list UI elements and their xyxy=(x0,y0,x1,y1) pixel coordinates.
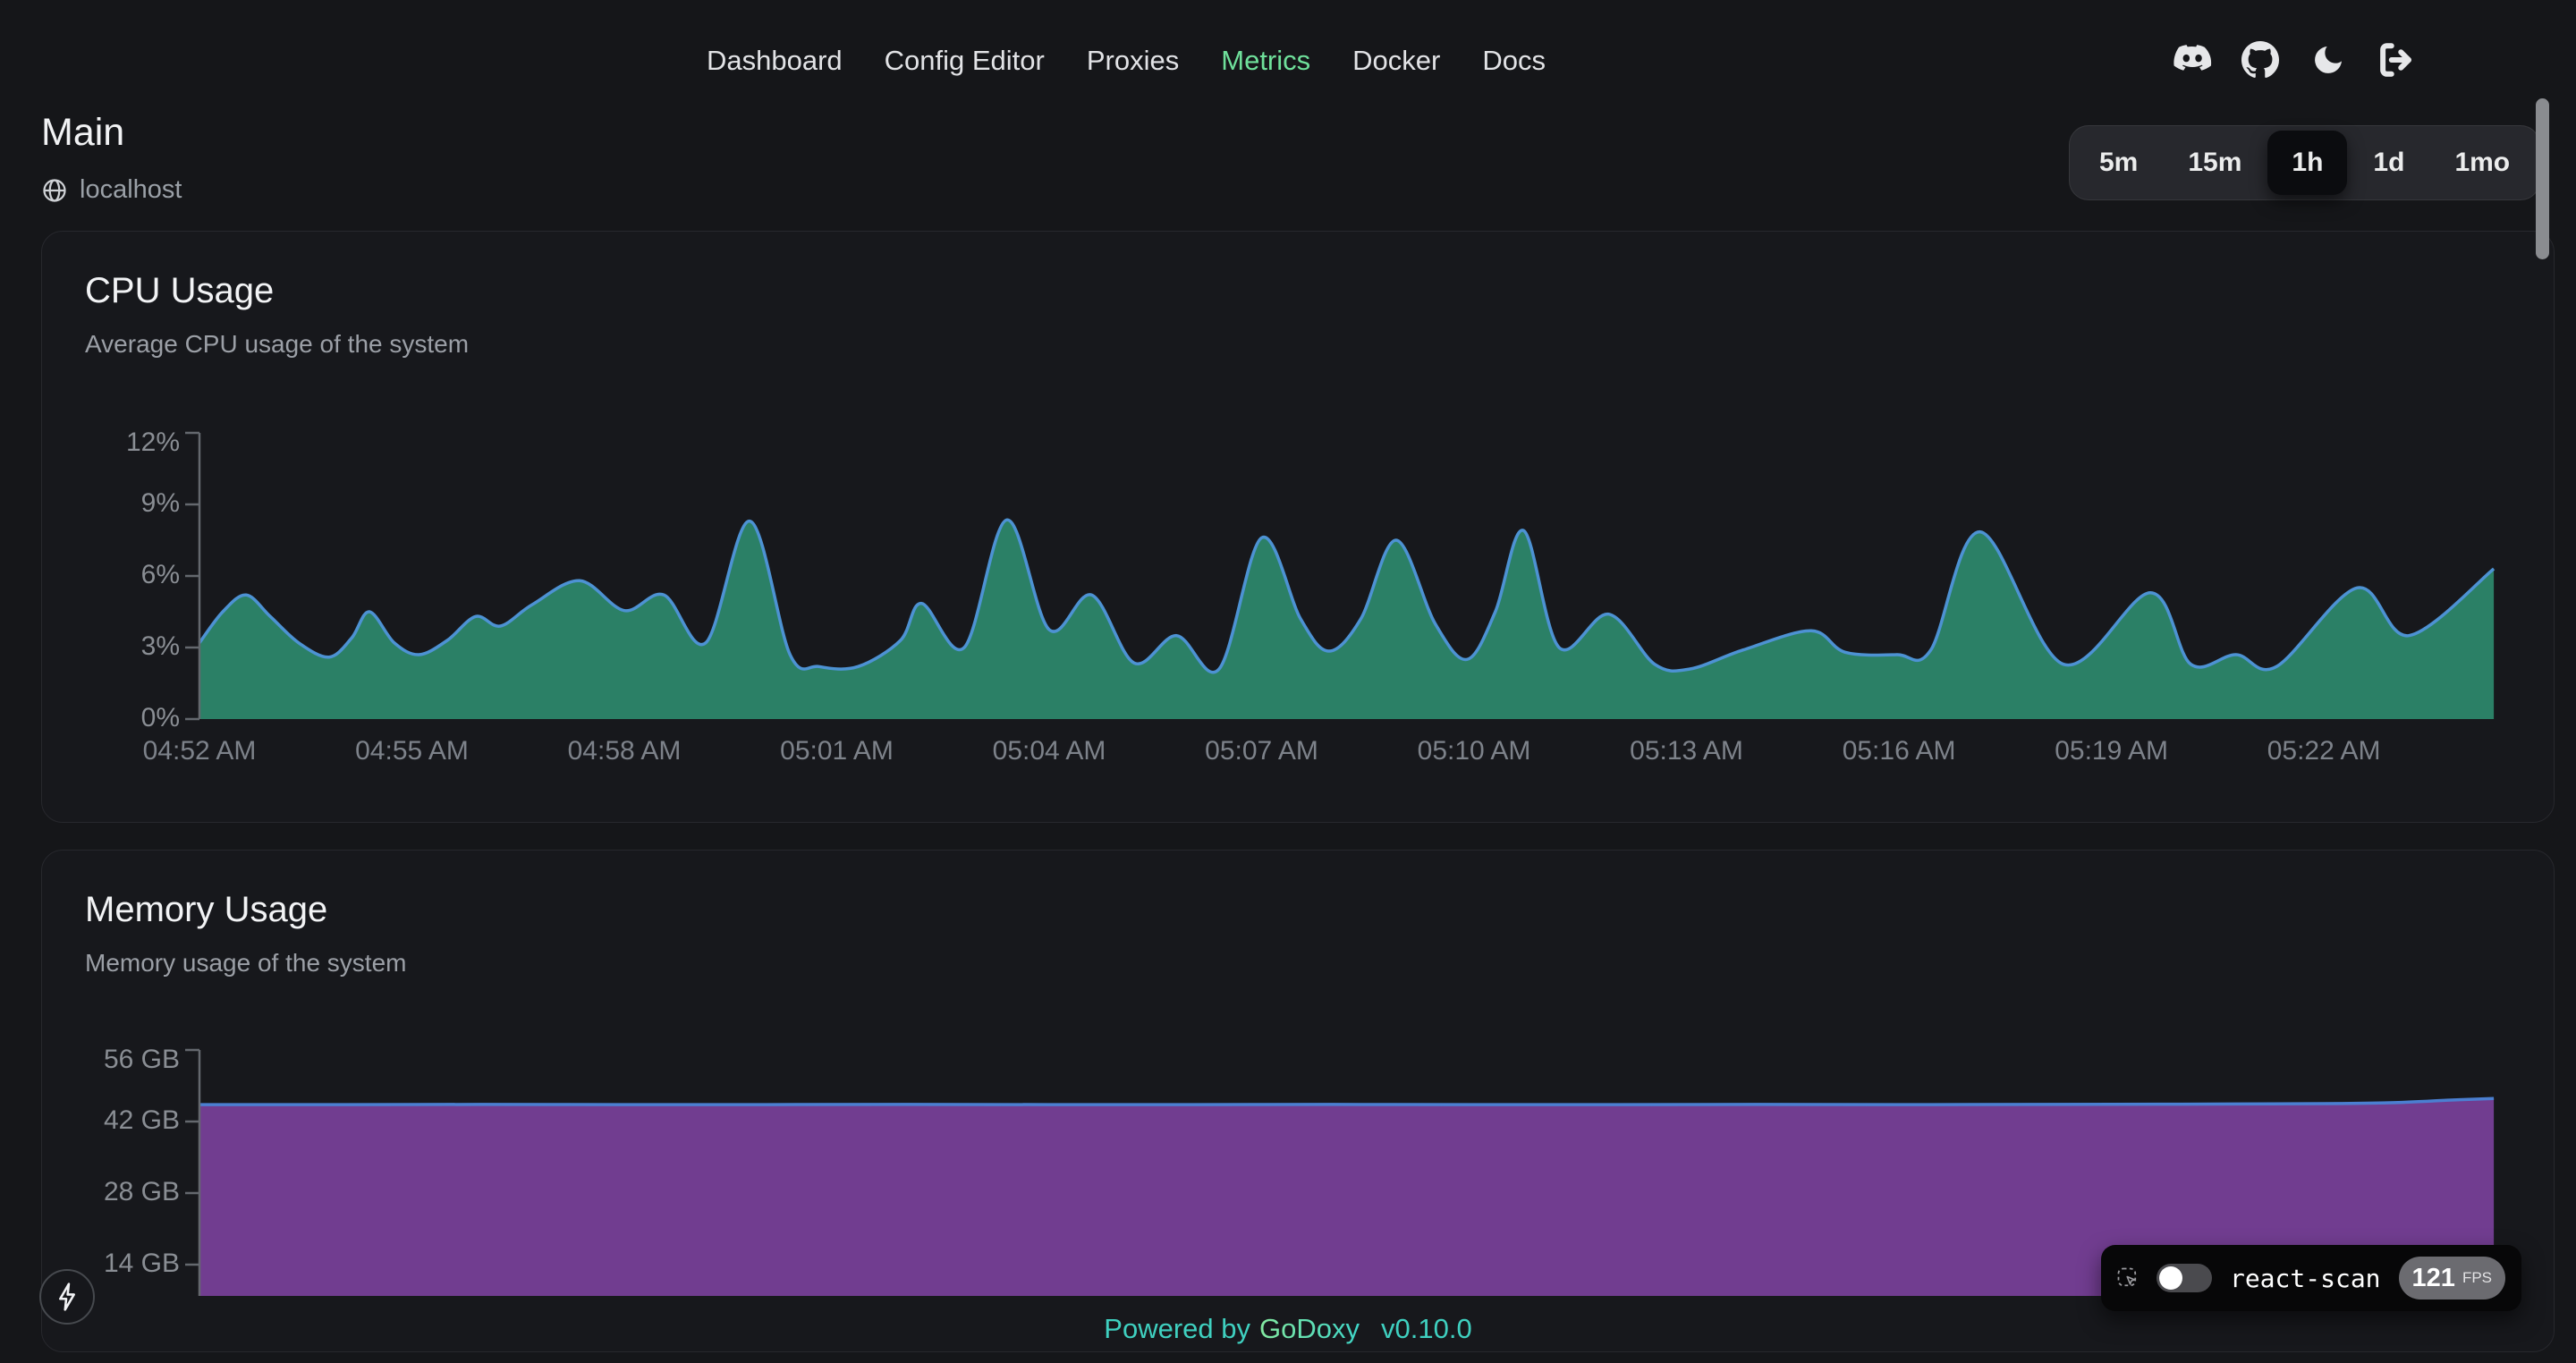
cpu-usage-chart: 0% 3% 6% 9% 12% 04:52 AM 04:55 AM 04:58 AM 05:01… xyxy=(90,412,2523,770)
header-icon-group xyxy=(2172,39,2417,80)
host-label: localhost xyxy=(80,175,182,205)
x-tick-label: 05:19 AM xyxy=(2055,736,2168,766)
x-tick-label: 05:04 AM xyxy=(993,736,1106,766)
y-tick-label: 12% xyxy=(126,428,180,457)
y-tick-label: 56 GB xyxy=(104,1045,180,1074)
time-range-option-1d[interactable]: 1d xyxy=(2349,131,2428,195)
moon-icon xyxy=(2310,42,2346,78)
page-title: Main xyxy=(41,111,124,155)
logout-icon xyxy=(2377,41,2415,79)
cpu-usage-card: CPU Usage Average CPU usage of the syste… xyxy=(41,231,2555,823)
nav-item-config-editor[interactable]: Config Editor xyxy=(885,45,1045,77)
time-range-option-1mo[interactable]: 1mo xyxy=(2430,131,2534,195)
x-tick-label: 04:52 AM xyxy=(143,736,257,766)
scrollbar-thumb[interactable] xyxy=(2536,98,2549,259)
github-icon xyxy=(2241,41,2279,79)
y-tick-label: 0% xyxy=(141,703,180,732)
discord-icon xyxy=(2173,44,2212,76)
y-tick-label: 3% xyxy=(141,631,180,661)
cpu-chart-subtitle: Average CPU usage of the system xyxy=(85,330,469,359)
nav-item-proxies[interactable]: Proxies xyxy=(1087,45,1179,77)
x-tick-label: 05:10 AM xyxy=(1418,736,1531,766)
memory-chart-title: Memory Usage xyxy=(85,890,327,930)
main-nav: Dashboard Config Editor Proxies Metrics Dock… xyxy=(707,41,1546,80)
x-tick-label: 05:22 AM xyxy=(2267,736,2381,766)
x-tick-label: 05:13 AM xyxy=(1630,736,1743,766)
nav-item-docs[interactable]: Docs xyxy=(1482,45,1546,77)
react-scan-toggle[interactable] xyxy=(2157,1264,2212,1292)
footer: Powered by GoDoxy v0.10.0 xyxy=(0,1313,2576,1345)
theme-toggle-button[interactable] xyxy=(2308,39,2349,80)
y-tick-label: 14 GB xyxy=(104,1249,180,1278)
nav-item-dashboard[interactable]: Dashboard xyxy=(707,45,843,77)
toggle-knob xyxy=(2159,1266,2182,1290)
time-range-selector: 5m15m1h1d1mo xyxy=(2069,125,2540,200)
x-tick-label: 05:16 AM xyxy=(1843,736,1956,766)
time-range-option-15m[interactable]: 15m xyxy=(2164,131,2266,195)
react-scan-toolbar: react-scan 121 FPS xyxy=(2101,1245,2521,1311)
fps-unit: FPS xyxy=(2462,1269,2492,1287)
time-range-option-5m[interactable]: 5m xyxy=(2075,131,2162,195)
x-tick-label: 05:07 AM xyxy=(1205,736,1318,766)
cpu-chart-title: CPU Usage xyxy=(85,271,274,311)
godoxy-link[interactable]: GoDoxy xyxy=(1259,1313,1360,1345)
app-root: Dashboard Config Editor Proxies Metrics Dock… xyxy=(0,0,2576,1363)
github-button[interactable] xyxy=(2240,39,2281,80)
globe-icon xyxy=(41,177,68,204)
lightning-icon xyxy=(55,1283,79,1311)
version-text: v0.10.0 xyxy=(1381,1313,1472,1345)
fps-value: 121 xyxy=(2412,1264,2455,1293)
memory-chart-subtitle: Memory usage of the system xyxy=(85,949,406,978)
inspect-icon[interactable] xyxy=(2117,1264,2139,1292)
cpu_percent-area xyxy=(199,520,2494,719)
powered-by-text: Powered by xyxy=(1104,1313,1250,1345)
nav-item-docker[interactable]: Docker xyxy=(1352,45,1440,77)
time-range-option-1h[interactable]: 1h xyxy=(2267,131,2347,195)
y-tick-label: 9% xyxy=(141,488,180,518)
y-tick-label: 28 GB xyxy=(104,1177,180,1206)
memory_gb-line xyxy=(199,1098,2494,1105)
x-tick-label: 04:55 AM xyxy=(355,736,469,766)
discord-button[interactable] xyxy=(2172,39,2213,80)
x-tick-label: 05:01 AM xyxy=(780,736,894,766)
y-tick-label: 42 GB xyxy=(104,1105,180,1135)
x-tick-label: 04:58 AM xyxy=(568,736,682,766)
quick-actions-button[interactable] xyxy=(39,1269,95,1325)
logout-button[interactable] xyxy=(2376,39,2417,80)
y-tick-label: 6% xyxy=(141,560,180,589)
fps-badge: 121 FPS xyxy=(2399,1257,2505,1300)
nav-item-metrics[interactable]: Metrics xyxy=(1221,45,1310,77)
react-scan-label: react-scan xyxy=(2230,1264,2381,1293)
host-row: localhost xyxy=(41,175,182,205)
